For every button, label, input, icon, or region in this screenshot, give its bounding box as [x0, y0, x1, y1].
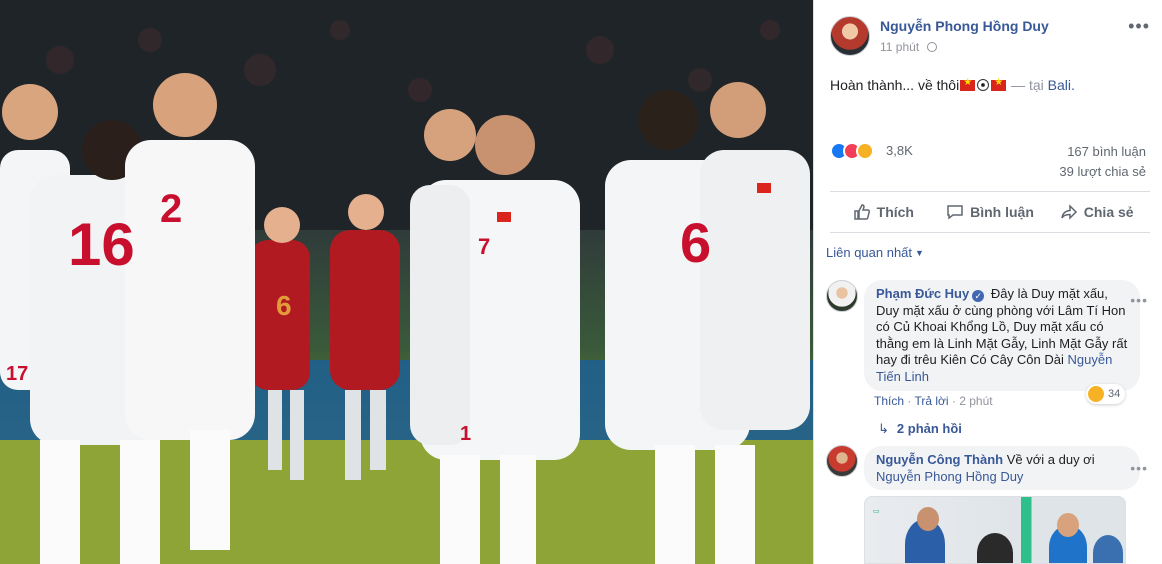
caption-separator: — tại [1011, 77, 1044, 93]
author-avatar[interactable] [830, 16, 870, 56]
comment-attached-photo[interactable]: ▭ [864, 496, 1126, 564]
caption-text: Hoàn thành... về thôi [830, 77, 960, 93]
thumbs-up-icon [853, 204, 870, 220]
action-bar: Thích Bình luận Chia sẻ [830, 191, 1150, 233]
vietnam-flag-icon [960, 77, 976, 91]
commenter-name[interactable]: Phạm Đức Huy [876, 286, 969, 301]
like-label: Thích [876, 204, 914, 220]
jersey-number: 1 [460, 423, 471, 445]
jersey-number: 2 [160, 187, 182, 231]
location-link[interactable]: Bali. [1048, 77, 1075, 93]
jersey-number: 16 [68, 211, 135, 278]
post-meta: 11 phút [880, 40, 937, 54]
share-label: Chia sẻ [1083, 204, 1134, 220]
comment-options-icon[interactable]: ••• [1130, 460, 1148, 476]
vietnam-flag-icon [991, 77, 1007, 91]
commenter-avatar[interactable] [826, 445, 858, 477]
jersey-number: 6 [276, 290, 292, 321]
comment-like-link[interactable]: Thích [874, 394, 904, 408]
reaction-icons[interactable] [830, 142, 874, 160]
comment-time[interactable]: 2 phút [959, 394, 992, 408]
sort-label: Liên quan nhất [826, 245, 913, 260]
comment-actions: Thích · Trả lời · 2 phút [874, 394, 993, 408]
caret-down-icon: ▼ [915, 248, 924, 258]
share-button[interactable]: Chia sẻ [1043, 192, 1150, 232]
haha-reaction-icon [856, 142, 874, 160]
share-count[interactable]: 39 lượt chia sẻ [1059, 164, 1146, 179]
photo-person [1093, 535, 1123, 563]
jersey-number: 6 [680, 211, 711, 274]
comment-count[interactable]: 167 bình luận [1067, 144, 1146, 159]
soccer-ball-icon [977, 79, 990, 91]
reply-arrow-icon: ↳ [878, 421, 889, 436]
photo-person-face [917, 507, 939, 531]
comment-options-icon[interactable]: ••• [1130, 292, 1148, 308]
comment-reply-link[interactable]: Trả lời [914, 394, 948, 408]
players-photo: 16 2 7 6 6 17 1 [0, 0, 813, 564]
post-header: Nguyễn Phong Hồng Duy 11 phút ••• [830, 16, 1150, 60]
tagged-user-link[interactable]: Nguyễn Phong Hồng Duy [876, 469, 1023, 484]
tv-logo-icon: ▭ [873, 508, 880, 515]
photo-person [977, 533, 1013, 563]
globe-icon [926, 42, 937, 52]
share-icon [1061, 204, 1077, 220]
view-replies-link[interactable]: ↳ 2 phản hồi [878, 421, 962, 437]
comment-reactions[interactable]: 34 [1086, 384, 1126, 404]
comment-sort-dropdown[interactable]: Liên quan nhất ▼ [826, 245, 924, 260]
like-button[interactable]: Thích [830, 192, 937, 232]
comment-bubble: Nguyễn Công Thành Về với a duy ơi Nguyễn… [864, 446, 1140, 490]
commenter-name[interactable]: Nguyễn Công Thành [876, 452, 1003, 467]
post-stats: 3,8K 167 bình luận 39 lượt chia sẻ [830, 138, 1150, 184]
comment-icon [947, 205, 963, 220]
post-panel: Nguyễn Phong Hồng Duy 11 phút ••• Hoàn t… [813, 0, 1162, 564]
author-name[interactable]: Nguyễn Phong Hồng Duy [880, 18, 1049, 34]
comment-text: Về với a duy ơi [1006, 452, 1095, 467]
post-time[interactable]: 11 phút [880, 40, 919, 54]
replies-label: 2 phản hồi [896, 421, 962, 436]
verified-badge-icon: ✓ [972, 290, 985, 302]
haha-reaction-icon [1088, 386, 1104, 402]
post-photo[interactable]: 16 2 7 6 6 17 1 [0, 0, 813, 564]
more-options-icon[interactable]: ••• [1128, 16, 1150, 37]
post-caption: Hoàn thành... về thôi — tại Bali. [830, 77, 1075, 93]
comment-label: Bình luận [970, 204, 1034, 220]
comment-bubble: Phạm Đức Huy ✓ Đây là Duy mặt xấu, Duy mặ… [864, 280, 1140, 391]
jersey-number: 7 [478, 234, 490, 259]
jersey-number: 17 [6, 363, 28, 385]
comment-reaction-count: 34 [1108, 388, 1121, 400]
photo-person-face [1057, 513, 1079, 537]
comment-button[interactable]: Bình luận [937, 192, 1044, 232]
reaction-count[interactable]: 3,8K [886, 143, 913, 158]
commenter-avatar[interactable] [826, 280, 858, 312]
